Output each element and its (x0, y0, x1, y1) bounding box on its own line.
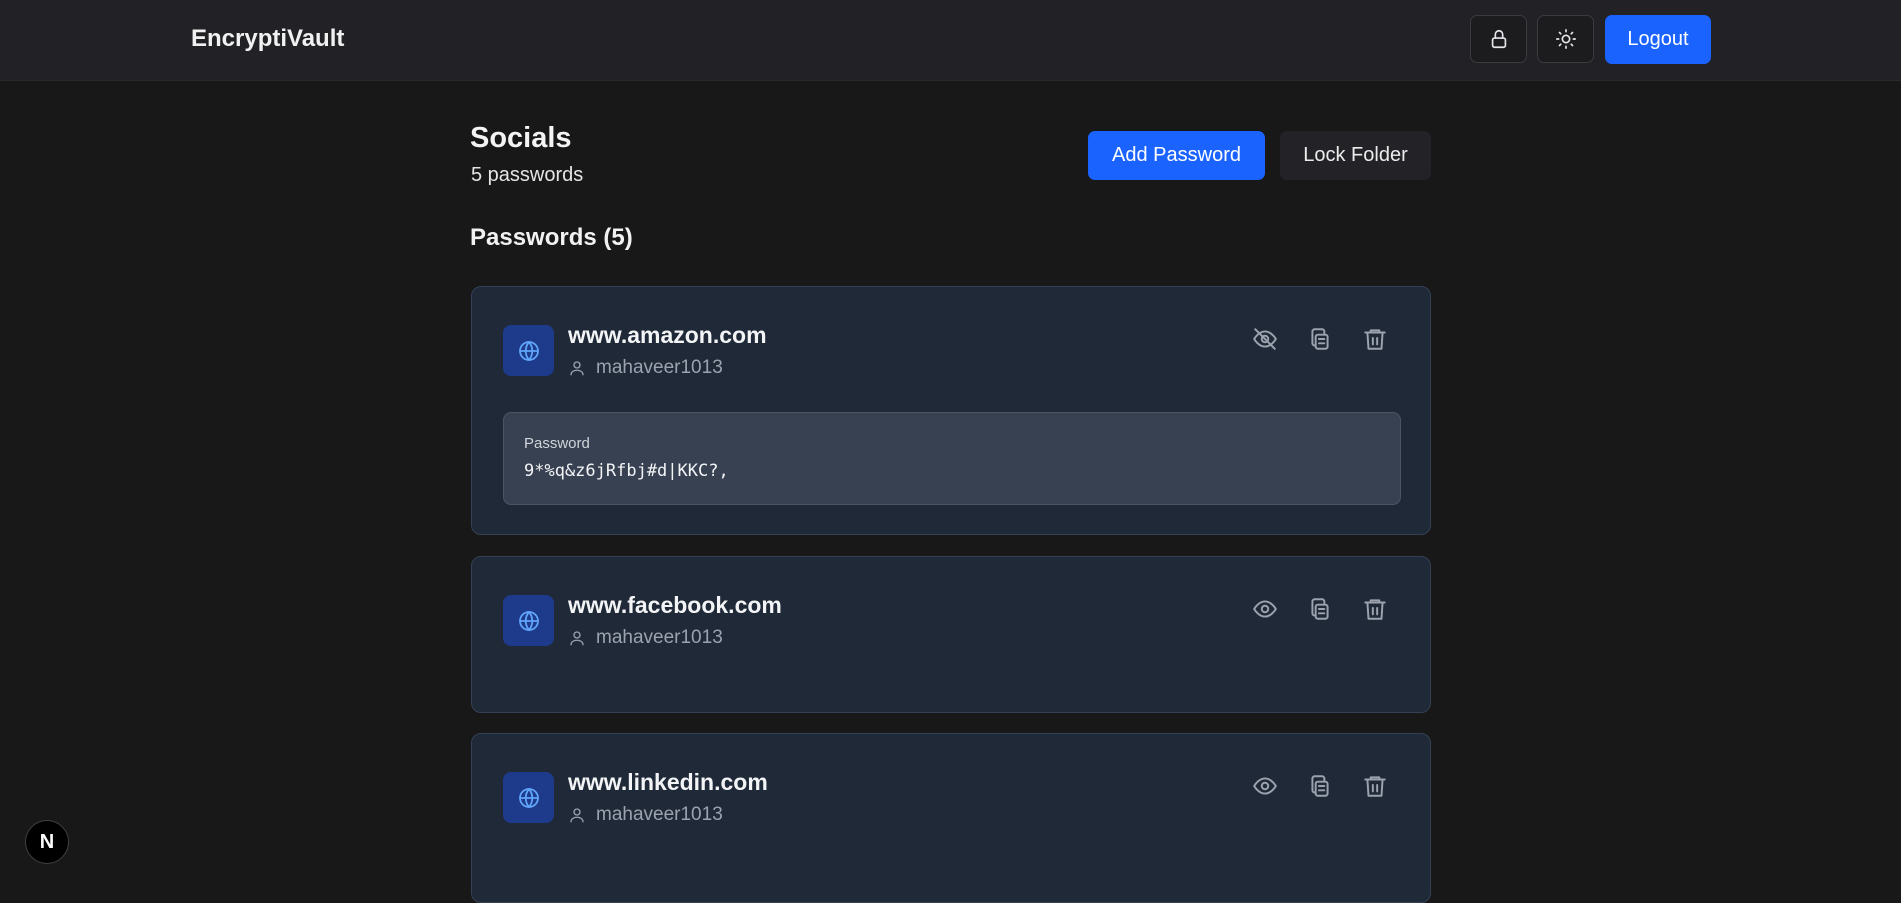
card-actions (1251, 325, 1389, 353)
trash-icon (1364, 329, 1386, 350)
password-label: Password (524, 435, 590, 452)
username-row: mahaveer1013 (568, 627, 723, 649)
clipboard-copy-icon (1311, 775, 1329, 797)
username-row: mahaveer1013 (568, 357, 723, 379)
site-avatar (503, 772, 554, 823)
user-icon (570, 361, 584, 376)
card-actions (1251, 772, 1389, 800)
site-avatar (503, 325, 554, 376)
site-avatar (503, 595, 554, 646)
nextjs-dev-badge[interactable]: N (25, 820, 69, 864)
eye-off-icon (1253, 328, 1277, 350)
user-icon (570, 808, 584, 823)
username: mahaveer1013 (596, 627, 723, 648)
theme-toggle-button[interactable] (1537, 15, 1594, 63)
site-name: www.linkedin.com (568, 769, 768, 795)
delete-password-button[interactable] (1361, 772, 1389, 800)
lock-icon (1491, 29, 1506, 49)
username: mahaveer1013 (596, 357, 723, 378)
eye-icon (1253, 600, 1277, 618)
sun-icon (1555, 29, 1576, 49)
lock-vault-button[interactable] (1470, 15, 1527, 63)
delete-password-button[interactable] (1361, 595, 1389, 623)
passwords-section-title: Passwords (5) (470, 224, 633, 251)
site-name: www.amazon.com (568, 322, 767, 348)
password-card: www.amazon.com mahaveer1013 Password 9*%… (471, 286, 1431, 535)
globe-icon (518, 787, 539, 808)
eye-icon (1253, 777, 1277, 795)
globe-icon (518, 610, 539, 631)
password-value[interactable]: 9*%q&z6jRfbj#d|KKC?, (524, 461, 729, 481)
show-password-button[interactable] (1251, 595, 1279, 623)
clipboard-copy-icon (1311, 598, 1329, 620)
lock-folder-button[interactable]: Lock Folder (1280, 131, 1431, 180)
delete-password-button[interactable] (1361, 325, 1389, 353)
user-icon (570, 631, 584, 646)
top-navbar: EncryptiVault Logout (0, 0, 1901, 81)
trash-icon (1364, 776, 1386, 797)
logout-button[interactable]: Logout (1605, 15, 1711, 64)
folder-password-count: 5 passwords (471, 164, 584, 186)
password-card: www.linkedin.com mahaveer1013 (471, 733, 1431, 903)
copy-password-button[interactable] (1306, 595, 1334, 623)
add-password-button[interactable]: Add Password (1088, 131, 1265, 180)
copy-password-button[interactable] (1306, 325, 1334, 353)
username: mahaveer1013 (596, 804, 723, 825)
username-row: mahaveer1013 (568, 804, 723, 826)
trash-icon (1364, 599, 1386, 620)
globe-icon (518, 340, 539, 361)
hide-password-button[interactable] (1251, 325, 1279, 353)
card-actions (1251, 595, 1389, 623)
app-brand[interactable]: EncryptiVault (191, 25, 344, 53)
password-card: www.facebook.com mahaveer1013 (471, 556, 1431, 713)
folder-title: Socials (470, 122, 572, 154)
clipboard-copy-icon (1311, 328, 1329, 350)
copy-password-button[interactable] (1306, 772, 1334, 800)
site-name: www.facebook.com (568, 592, 782, 618)
show-password-button[interactable] (1251, 772, 1279, 800)
password-display: Password 9*%q&z6jRfbj#d|KKC?, (503, 412, 1401, 505)
